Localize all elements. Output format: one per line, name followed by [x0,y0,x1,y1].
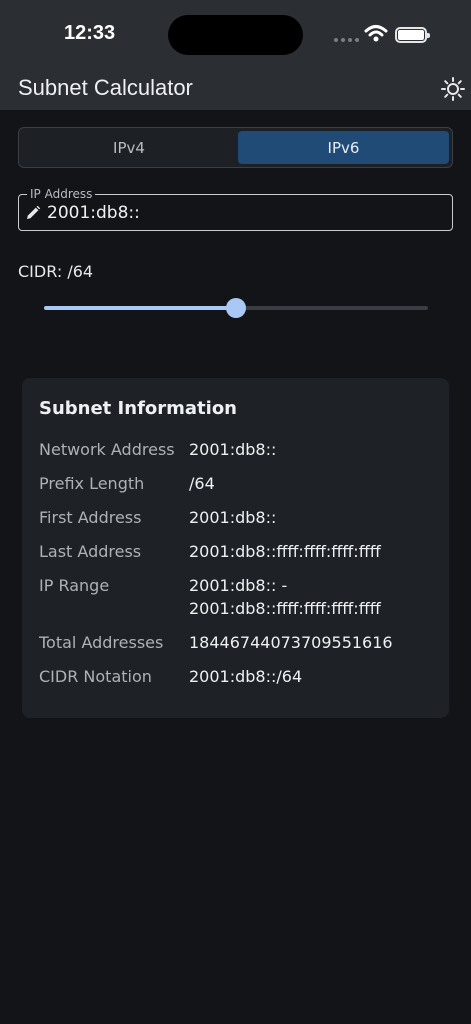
info-value: 2001:db8:: [189,440,277,459]
ip-address-field: IP Address [18,187,453,231]
info-value: 2001:db8::/64 [189,667,303,686]
info-row: Prefix Length/64 [39,472,439,495]
app-bar: Subnet Calculator [0,68,471,110]
dynamic-island [168,15,303,55]
sun-icon[interactable] [440,76,466,102]
info-row: First Address 2001:db8:: [39,506,439,529]
cellular-signal-icon [334,38,359,42]
info-value: 2001:db8::ffff:ffff:ffff:ffff [189,542,381,561]
status-bar: 12:33 [0,0,471,68]
status-time: 12:33 [64,22,116,44]
slider-active-track [44,306,236,310]
wifi-icon [364,25,388,42]
slider-thumb[interactable] [226,298,246,318]
info-row: CIDR Notation 2001:db8::/64 [39,665,439,688]
info-rows: Network Address 2001:db8:: Prefix Length/6… [39,438,439,699]
tab-ipv6[interactable]: IPv6 [238,131,449,164]
app-title: Subnet Calculator [18,75,193,100]
pencil-icon [27,205,41,219]
card-title: Subnet Information [39,398,237,419]
info-row: Last Address 2001:db8::ffff:ffff:ffff:fff… [39,540,439,563]
info-value: 18446744073709551616 [189,633,393,652]
info-key: Last Address [39,542,142,561]
info-row: Network Address 2001:db8:: [39,438,439,461]
ip-version-toggle: IPv4 IPv6 [18,127,453,168]
battery-icon [395,27,430,43]
subnet-info-card: Subnet Information Network Address 2001:d… [22,378,449,718]
info-row: IP Range 2001:db8:: - 2001:db8::ffff:ffff… [39,574,439,620]
info-value: 2001:db8:: - 2001:db8::ffff:ffff:ffff:ff… [189,576,381,618]
cidr-slider[interactable] [44,298,428,318]
info-key: CIDR Notation [39,667,152,686]
info-row: Total Addresses 18446744073709551616 [39,631,439,654]
info-value: 2001:db8:: [189,508,277,527]
tab-ipv4[interactable]: IPv4 [22,131,236,164]
info-key: Prefix Length [39,474,145,493]
info-key: First Address [39,508,142,527]
info-value: /64 [189,474,215,493]
info-key: IP Range [39,576,110,595]
info-key: Network Address [39,440,175,459]
ip-address-input[interactable] [47,199,442,226]
cidr-label: CIDR: /64 [18,262,94,281]
info-key: Total Addresses [39,633,164,652]
